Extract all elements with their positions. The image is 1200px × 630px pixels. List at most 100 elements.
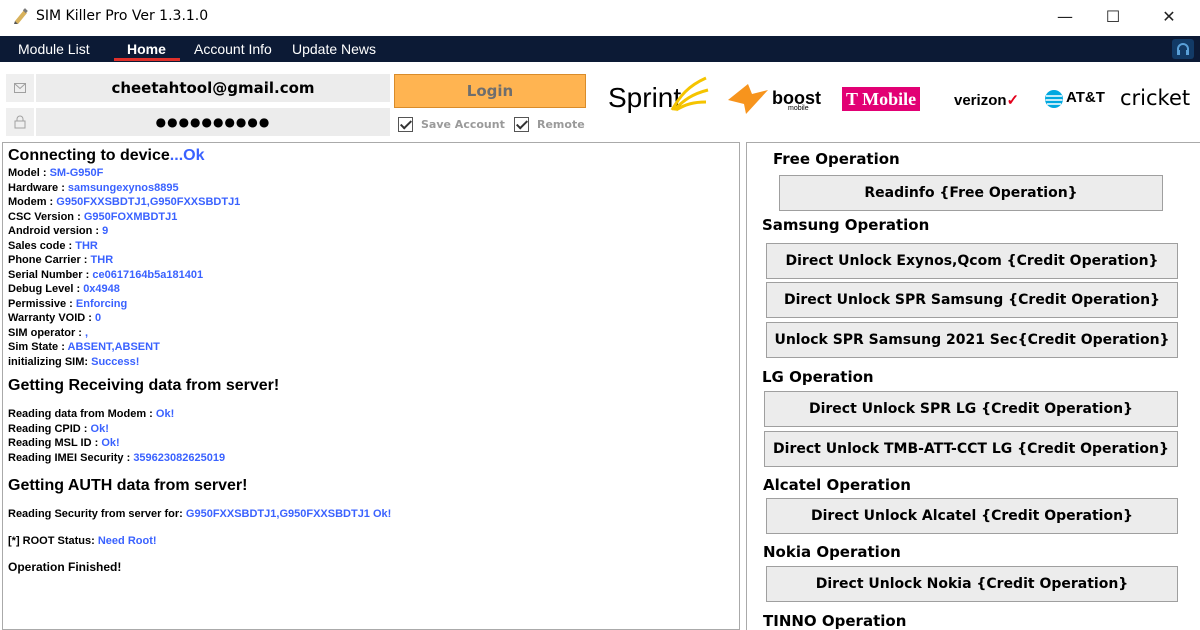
log-init-sim: initializing SIM: Success! — [8, 355, 140, 368]
log-line: Permissive : Enforcing — [8, 297, 128, 310]
login-area: cheetahtool@gmail.com ●●●●●●●●●● Login S… — [0, 62, 1200, 142]
log-value: 0 — [95, 312, 102, 324]
headset-icon[interactable] — [1172, 39, 1194, 59]
log-value: , — [85, 326, 89, 339]
log-security: Reading Security from server for: G950FX… — [8, 508, 392, 520]
unlock-nokia-button[interactable]: Direct Unlock Nokia {Credit Operation} — [766, 566, 1178, 602]
log-value: Ok! — [90, 422, 109, 435]
sprint-logo: Sprint — [608, 76, 709, 114]
log-root-status: [*] ROOT Status: Need Root! — [8, 534, 157, 547]
log-line: SIM operator : , — [8, 326, 89, 339]
verizon-check-icon: ✓ — [1006, 92, 1020, 109]
att-logo: AT&T — [1066, 89, 1105, 106]
log-label: Sales code — [8, 239, 66, 252]
log-line: Reading CPID : Ok! — [8, 422, 109, 435]
log-line: Reading IMEI Security : 359623082625019 — [8, 451, 226, 464]
log-line: Debug Level : 0x4948 — [8, 283, 120, 295]
log-value: THR — [75, 239, 98, 252]
menu-module-list[interactable]: Module List — [18, 41, 90, 57]
nokia-operation-heading: Nokia Operation — [763, 543, 901, 561]
boost-logo: boost mobile — [772, 88, 821, 112]
email-field[interactable]: cheetahtool@gmail.com — [36, 74, 390, 102]
checkbox-checked-icon — [398, 116, 413, 132]
boost-mark-icon — [726, 82, 770, 121]
title-bar: SIM Killer Pro Ver 1.3.1.0 — ☐ ✕ — [0, 0, 1200, 34]
log-label: Model — [8, 167, 40, 179]
log-label: Serial Number — [8, 268, 83, 281]
log-value: Ok! — [101, 437, 120, 449]
log-label: Permissive — [8, 297, 67, 310]
tmobile-logo: T Mobile — [842, 87, 921, 111]
log-receiving-heading: Getting Receiving data from server! — [8, 377, 280, 394]
log-label: Reading data from Modem — [8, 408, 147, 420]
log-line: CSC Version : G950FOXMBDTJ1 — [8, 210, 178, 223]
alcatel-operation-heading: Alcatel Operation — [763, 476, 911, 494]
log-label: Reading MSL ID — [8, 437, 92, 449]
minimize-button[interactable]: — — [1042, 0, 1088, 32]
samsung-operation-heading: Samsung Operation — [762, 216, 930, 234]
log-value: ABSENT,ABSENT — [67, 341, 160, 353]
unlock-exynos-qcom-button[interactable]: Direct Unlock Exynos,Qcom {Credit Operat… — [766, 243, 1178, 279]
log-label: Hardware — [8, 181, 59, 194]
maximize-button[interactable]: ☐ — [1090, 0, 1136, 32]
log-value: Enforcing — [75, 297, 128, 310]
log-value: ce0617164b5a181401 — [92, 268, 204, 281]
log-value: samsungexynos8895 — [67, 181, 179, 194]
att-globe-icon — [1044, 89, 1064, 114]
log-label: Reading IMEI Security — [8, 451, 124, 464]
email-row: cheetahtool@gmail.com — [6, 74, 390, 102]
log-line: Hardware : samsungexynos8895 — [8, 181, 179, 194]
unlock-spr-samsung-button[interactable]: Direct Unlock SPR Samsung {Credit Operat… — [766, 282, 1178, 318]
log-label: Warranty VOID — [8, 312, 86, 324]
unlock-spr-lg-button[interactable]: Direct Unlock SPR LG {Credit Operation} — [764, 391, 1178, 427]
log-line: Android version : 9 — [8, 225, 109, 237]
menu-home[interactable]: Home — [127, 41, 166, 57]
sprint-pin-icon — [670, 76, 709, 112]
reading-list: Reading data from Modem : Ok! Reading CPI… — [8, 407, 739, 465]
log-label: Reading CPID — [8, 422, 81, 435]
readinfo-button[interactable]: Readinfo {Free Operation} — [779, 175, 1163, 211]
cricket-logo: cricket — [1120, 86, 1191, 110]
log-label: Debug Level — [8, 283, 74, 295]
log-panel[interactable]: Connecting to device...Ok Model : SM-G95… — [2, 142, 740, 630]
log-value: SM-G950F — [49, 167, 104, 179]
log-value: 9 — [102, 225, 109, 237]
log-line: Sales code : THR — [8, 239, 98, 252]
checkbox-checked-icon — [514, 116, 529, 132]
log-auth-heading: Getting AUTH data from server! — [8, 477, 248, 494]
save-account-checkbox[interactable]: Save Account — [398, 115, 505, 133]
unlock-spr-samsung-2021-button[interactable]: Unlock SPR Samsung 2021 Sec{Credit Opera… — [766, 322, 1178, 358]
pen-tag-icon — [12, 7, 30, 25]
operations-panel[interactable]: Free Operation Readinfo {Free Operation}… — [746, 142, 1200, 630]
lock-icon — [6, 108, 34, 136]
log-label: Phone Carrier — [8, 254, 81, 266]
log-value: G950FOXMBDTJ1 — [83, 210, 178, 223]
device-info-list: Model : SM-G950F Hardware : samsungexynos… — [8, 166, 739, 355]
log-line: Modem : G950FXXSBDTJ1,G950FXXSBDTJ1 — [8, 196, 241, 208]
tinno-operation-heading: TINNO Operation — [763, 612, 907, 630]
log-line: Reading MSL ID : Ok! — [8, 437, 120, 449]
menu-bar: Module List Home Account Info Update New… — [0, 36, 1200, 62]
log-line: Phone Carrier : THR — [8, 254, 114, 266]
envelope-icon — [6, 74, 34, 102]
remote-label: Remote — [537, 117, 585, 131]
log-line: Model : SM-G950F — [8, 167, 104, 179]
log-line: Warranty VOID : 0 — [8, 312, 102, 324]
free-operation-heading: Free Operation — [773, 150, 900, 168]
unlock-tmb-att-cct-lg-button[interactable]: Direct Unlock TMB-ATT-CCT LG {Credit Ope… — [764, 431, 1178, 467]
log-line: Reading data from Modem : Ok! — [8, 408, 175, 420]
unlock-alcatel-button[interactable]: Direct Unlock Alcatel {Credit Operation} — [766, 498, 1178, 534]
password-field[interactable]: ●●●●●●●●●● — [36, 108, 390, 136]
menu-account-info[interactable]: Account Info — [194, 41, 272, 57]
log-value: G950FXXSBDTJ1,G950FXXSBDTJ1 — [56, 196, 241, 208]
password-row: ●●●●●●●●●● — [6, 108, 390, 136]
login-button[interactable]: Login — [394, 74, 586, 108]
remote-checkbox[interactable]: Remote — [514, 115, 585, 133]
log-value: THR — [90, 254, 114, 266]
menu-update-news[interactable]: Update News — [292, 41, 376, 57]
log-label: Modem — [8, 196, 47, 208]
log-label: CSC Version — [8, 210, 75, 223]
close-button[interactable]: ✕ — [1146, 0, 1192, 32]
log-line: Serial Number : ce0617164b5a181401 — [8, 268, 204, 281]
log-finished: Operation Finished! — [8, 560, 122, 574]
